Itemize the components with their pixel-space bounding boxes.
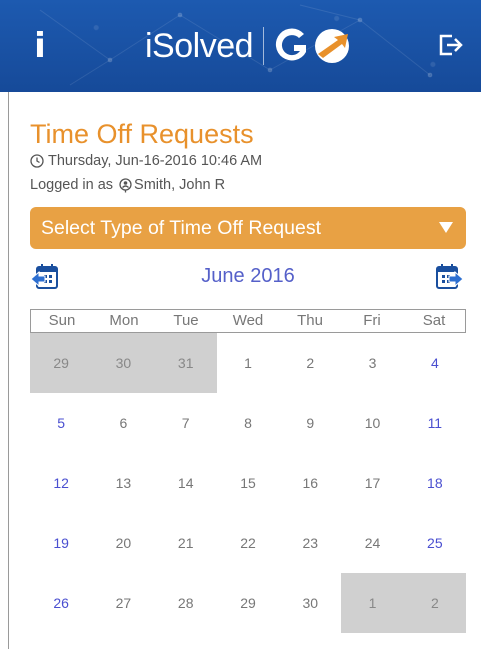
calendar-day[interactable]: 19 — [30, 513, 92, 573]
calendar-next-icon — [436, 264, 464, 289]
weekday-wed: Wed — [232, 312, 264, 329]
info-button[interactable]: i — [30, 26, 50, 66]
logged-in-label: Logged in as — [30, 177, 114, 193]
calendar-day[interactable]: 5 — [30, 393, 92, 453]
weekday-sun: Sun — [48, 312, 76, 329]
calendar-day-other-month[interactable]: 31 — [154, 333, 217, 393]
calendar-day[interactable]: 17 — [341, 453, 403, 513]
calendar-day[interactable]: 26 — [30, 573, 92, 633]
brand-name: iSolved — [145, 26, 254, 65]
calendar-day[interactable]: 29 — [217, 573, 279, 633]
calendar-day[interactable]: 16 — [279, 453, 341, 513]
weekday-fri: Fri — [363, 312, 381, 329]
month-calendar: Sun Mon Tue Wed Thu Fri Sat 29 30 31 1 2 3 4 5 6 7 8 9 10 1… — [30, 309, 466, 633]
calendar-day[interactable]: 12 — [30, 453, 92, 513]
calendar-day[interactable]: 2 — [279, 333, 341, 393]
calendar-day[interactable]: 14 — [155, 453, 217, 513]
app-header: i iSolved — [0, 0, 481, 92]
calendar-day[interactable]: 7 — [155, 393, 217, 453]
calendar-day[interactable]: 27 — [92, 573, 154, 633]
calendar-day[interactable]: 11 — [404, 393, 466, 453]
go-logo-icon — [275, 28, 350, 63]
calendar-day[interactable]: 4 — [404, 333, 466, 393]
calendar-day-other-month[interactable]: 29 — [30, 333, 93, 393]
time-off-type-select[interactable]: Select Type of Time Off Request — [30, 207, 466, 249]
calendar-day[interactable]: 15 — [217, 453, 279, 513]
weekday-mon: Mon — [109, 312, 139, 329]
calendar-day[interactable]: 28 — [155, 573, 217, 633]
calendar-day-other-month[interactable]: 30 — [92, 333, 155, 393]
calendar-day[interactable]: 3 — [341, 333, 403, 393]
logout-icon — [439, 34, 463, 56]
datetime-text: Thursday, Jun-16-2016 10:46 AM — [48, 153, 263, 169]
logout-button[interactable] — [438, 33, 464, 57]
calendar-day[interactable]: 30 — [279, 573, 341, 633]
calendar-day[interactable]: 25 — [404, 513, 466, 573]
brand-go-mark — [274, 24, 360, 68]
calendar-days: 29 30 31 1 2 3 4 5 6 7 8 9 10 11 12 13 14 15 16 17 18 19 20 21 2… — [30, 333, 466, 633]
calendar-day[interactable]: 23 — [279, 513, 341, 573]
chevron-down-icon — [439, 222, 453, 233]
weekday-header: Sun Mon Tue Wed Thu Fri Sat — [30, 309, 466, 333]
page-border — [8, 92, 9, 649]
calendar-day[interactable]: 8 — [217, 393, 279, 453]
weekday-thu: Thu — [297, 312, 323, 329]
app-logo: iSolved — [145, 24, 360, 68]
month-label: June 2016 — [201, 265, 295, 287]
info-icon: i — [34, 26, 46, 66]
calendar-day-other-month[interactable]: 1 — [341, 573, 404, 633]
user-name: Smith, John R — [134, 177, 226, 193]
calendar-day[interactable]: 13 — [92, 453, 154, 513]
calendar-day-other-month[interactable]: 2 — [403, 573, 466, 633]
calendar-day[interactable]: 9 — [279, 393, 341, 453]
calendar-day[interactable]: 10 — [341, 393, 403, 453]
calendar-day[interactable]: 22 — [217, 513, 279, 573]
current-datetime: Thursday, Jun-16-2016 10:46 AM — [30, 153, 262, 169]
calendar-day[interactable]: 20 — [92, 513, 154, 573]
clock-icon — [30, 154, 44, 168]
weekday-tue: Tue — [173, 312, 199, 329]
calendar-day[interactable]: 24 — [341, 513, 403, 573]
calendar-day[interactable]: 6 — [92, 393, 154, 453]
user-pin-icon — [119, 177, 132, 192]
calendar-nav: June 2016 — [30, 260, 466, 296]
page-title: Time Off Requests — [30, 119, 254, 149]
brand-divider — [263, 27, 265, 65]
next-month-button[interactable] — [434, 262, 464, 292]
calendar-day[interactable]: 18 — [404, 453, 466, 513]
calendar-day[interactable]: 21 — [155, 513, 217, 573]
weekday-sat: Sat — [422, 312, 446, 329]
time-off-type-value: Select Type of Time Off Request — [41, 217, 322, 239]
calendar-day[interactable]: 1 — [217, 333, 279, 393]
logged-in-user: Logged in as Smith, John R — [30, 177, 225, 193]
